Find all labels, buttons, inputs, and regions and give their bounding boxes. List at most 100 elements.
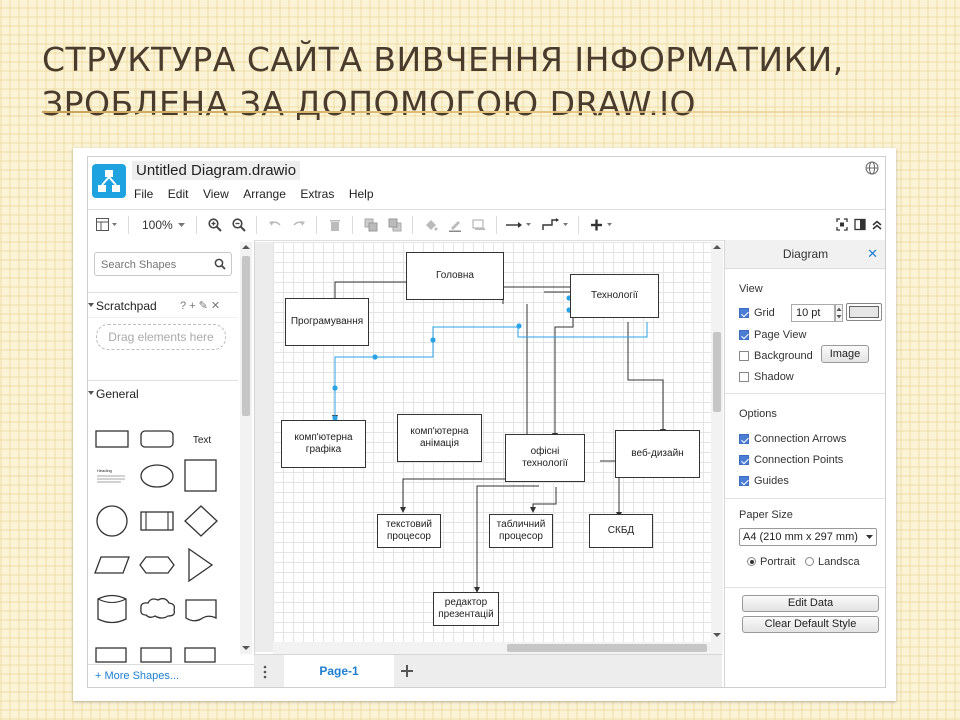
guides-checkbox[interactable]: [739, 476, 749, 486]
node-tekhnolohii[interactable]: Технології: [570, 274, 659, 318]
scroll-up-icon[interactable]: [713, 244, 721, 250]
tab-page-1[interactable]: Page-1: [284, 655, 394, 687]
node-grafika[interactable]: комп'ютерна графіка: [281, 420, 366, 468]
language-globe-icon[interactable]: [865, 161, 879, 180]
page-view-checkbox[interactable]: [739, 330, 749, 340]
landscape-radio[interactable]: [805, 557, 814, 566]
grid-size-input[interactable]: 10 pt: [791, 304, 835, 322]
redo-icon[interactable]: [292, 218, 306, 232]
image-button[interactable]: Image: [821, 345, 869, 363]
panels-toggle-icon[interactable]: [96, 218, 118, 232]
canvas-scroll-thumb-v[interactable]: [713, 332, 721, 412]
collapse-icon[interactable]: [871, 218, 883, 232]
canvas-scroll-thumb-h[interactable]: [507, 644, 707, 652]
edit-data-button[interactable]: Edit Data: [742, 595, 879, 612]
waypoints-icon[interactable]: [542, 218, 570, 232]
scroll-up-icon[interactable]: [242, 244, 250, 250]
node-redaktor[interactable]: редактор презентацій: [433, 592, 499, 626]
grid-option[interactable]: Grid: [739, 306, 775, 320]
zoom-select[interactable]: 100%: [142, 218, 173, 232]
scratchpad-tools[interactable]: ? + ✎ ✕: [180, 299, 220, 312]
zoom-in-icon[interactable]: [208, 218, 222, 232]
node-vebdyzain[interactable]: веб-дизайн: [615, 430, 700, 478]
add-page-icon[interactable]: [400, 664, 414, 678]
node-prohramuvannia[interactable]: Програмування: [285, 298, 369, 346]
diagram-canvas[interactable]: Головна Технології Програмування комп'ют…: [273, 242, 711, 642]
shapes-sidebar: Scratchpad ? + ✎ ✕ Drag elements here Ge…: [88, 240, 255, 687]
triangle-shape-icon: [188, 547, 214, 583]
connection-style-icon[interactable]: [506, 218, 532, 232]
menu-edit[interactable]: Edit: [168, 187, 189, 201]
shadow-option[interactable]: Shadow: [739, 370, 794, 384]
menu-extras[interactable]: Extras: [300, 187, 334, 201]
close-panel-icon[interactable]: ✕: [867, 240, 878, 268]
format-panel-toggle-icon[interactable]: [854, 218, 866, 232]
fill-color-icon[interactable]: [424, 218, 438, 232]
delete-icon[interactable]: [328, 218, 342, 232]
sidebar-scroll-thumb[interactable]: [242, 256, 250, 416]
zoom-dropdown-icon[interactable]: [178, 218, 186, 232]
grid-color-swatch[interactable]: [846, 303, 882, 321]
shadow-checkbox[interactable]: [739, 372, 749, 382]
edge-tekhnolohii-grafika: [332, 322, 648, 421]
node-holovna[interactable]: Головна: [406, 252, 504, 300]
node-tablychnyi[interactable]: табличний процесор: [489, 514, 553, 548]
menu-arrange[interactable]: Arrange: [243, 187, 286, 201]
format-title-label: Diagram: [782, 247, 829, 261]
more-shapes-link[interactable]: + More Shapes...: [88, 664, 254, 687]
canvas-vertical-scrollbar[interactable]: [711, 242, 723, 642]
insert-plus-icon[interactable]: [590, 218, 616, 232]
node-ofisni[interactable]: офісні технології: [505, 434, 585, 482]
paper-size-select[interactable]: A4 (210 mm x 297 mm): [739, 528, 877, 546]
clear-default-style-button[interactable]: Clear Default Style: [742, 616, 879, 633]
portrait-label: Portrait: [760, 556, 796, 568]
zoom-out-icon[interactable]: [232, 218, 246, 232]
page-menu-icon[interactable]: [262, 665, 268, 679]
menu-view[interactable]: View: [203, 187, 229, 201]
paper-size-value: A4 (210 mm x 297 mm): [743, 531, 858, 543]
undo-icon[interactable]: [268, 218, 282, 232]
search-icon[interactable]: [214, 258, 226, 270]
scroll-down-icon[interactable]: [713, 632, 721, 638]
landscape-label: Landsca: [818, 556, 860, 568]
line-color-icon[interactable]: [448, 218, 462, 232]
landscape-option[interactable]: Landsca: [805, 555, 860, 569]
scratchpad-header[interactable]: Scratchpad ? + ✎ ✕: [88, 292, 238, 318]
to-back-icon[interactable]: [388, 218, 402, 232]
connection-points-option[interactable]: Connection Points: [739, 453, 843, 467]
sidebar-scrollbar[interactable]: [240, 242, 252, 654]
drawio-window: Untitled Diagram.drawio File Edit View A…: [87, 156, 886, 688]
grid-checkbox[interactable]: [739, 308, 749, 318]
node-tekstovyi[interactable]: текстовий процесор: [377, 514, 441, 548]
scratchpad-drop-zone[interactable]: Drag elements here: [96, 324, 226, 350]
page-view-option[interactable]: Page View: [739, 328, 806, 342]
background-checkbox[interactable]: [739, 351, 749, 361]
scroll-down-icon[interactable]: [242, 645, 250, 651]
portrait-radio[interactable]: [747, 557, 756, 566]
general-header[interactable]: General: [88, 380, 238, 405]
portrait-option[interactable]: Portrait: [747, 555, 795, 569]
format-panel-title: Diagram ✕: [725, 240, 885, 269]
background-option[interactable]: Background: [739, 349, 813, 363]
menu-help[interactable]: Help: [349, 187, 374, 201]
edge-tekhnolohii-vebdyzain: [627, 322, 666, 435]
document-title[interactable]: Untitled Diagram.drawio: [132, 161, 301, 180]
format-panel: Diagram ✕ View Grid 10 pt Page View Back…: [724, 240, 885, 687]
node-skbd[interactable]: СКБД: [589, 514, 653, 548]
general-label: General: [96, 387, 139, 401]
to-front-icon[interactable]: [364, 218, 378, 232]
canvas-horizontal-scrollbar[interactable]: [273, 642, 723, 654]
heading-shape: Heading: [97, 468, 112, 473]
connection-arrows-checkbox[interactable]: [739, 434, 749, 444]
grid-size-stepper-icon[interactable]: [835, 304, 843, 322]
connection-points-checkbox[interactable]: [739, 455, 749, 465]
document-shape-icon: [185, 599, 217, 622]
guides-option[interactable]: Guides: [739, 474, 789, 488]
fullscreen-icon[interactable]: [836, 218, 848, 232]
connection-arrows-option[interactable]: Connection Arrows: [739, 432, 846, 446]
shadow-icon[interactable]: [472, 218, 486, 232]
node-animatsiia[interactable]: комп'ютерна анімація: [397, 414, 482, 462]
paper-size-heading: Paper Size: [739, 509, 793, 521]
menu-file[interactable]: File: [134, 187, 153, 201]
search-shapes-input[interactable]: [99, 255, 213, 275]
